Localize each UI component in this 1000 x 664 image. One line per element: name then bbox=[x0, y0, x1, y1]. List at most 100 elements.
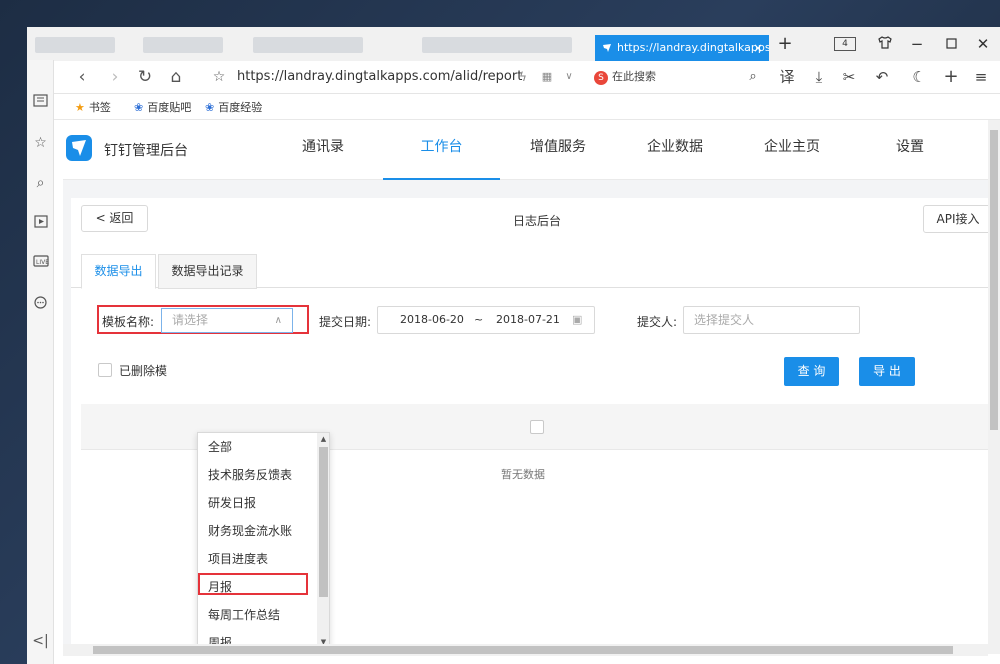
submitter-input[interactable]: 选择提交人 bbox=[683, 306, 860, 334]
date-end: 2018-07-21 bbox=[496, 313, 560, 326]
forward-arrow-icon[interactable]: › bbox=[105, 67, 125, 87]
brand-name: 钉钉管理后台 bbox=[104, 143, 188, 159]
browser-side-panel: ☆ ⌕ LIVE <| bbox=[27, 60, 54, 664]
lightning-icon[interactable]: ϟ bbox=[513, 67, 533, 87]
search-engine-icon: S bbox=[594, 71, 608, 85]
vertical-scroll-thumb[interactable] bbox=[990, 130, 998, 430]
dropdown-option[interactable]: 技术服务反馈表 bbox=[198, 461, 316, 489]
date-separator: ~ bbox=[474, 313, 484, 326]
live-icon[interactable]: LIVE bbox=[32, 255, 49, 272]
undo-icon[interactable]: ↶ bbox=[872, 67, 892, 87]
dropdown-option[interactable]: 全部 bbox=[198, 433, 316, 461]
new-tab-button[interactable]: + bbox=[775, 33, 795, 55]
template-placeholder: 请选择 bbox=[172, 313, 209, 327]
app-top-nav: 钉钉管理后台 通讯录 工作台 增值服务 企业数据 企业主页 设置 bbox=[63, 120, 988, 180]
minimize-icon[interactable]: − bbox=[907, 33, 927, 55]
dingtalk-logo-icon bbox=[66, 135, 92, 161]
dingtalk-tab-icon bbox=[603, 44, 611, 52]
tab-export-records[interactable]: 数据导出记录 bbox=[158, 254, 257, 289]
deleted-template-checkbox[interactable] bbox=[98, 363, 112, 377]
search-box[interactable]: S 在此搜索 bbox=[594, 68, 656, 85]
svg-text:LIVE: LIVE bbox=[36, 259, 49, 266]
export-button[interactable]: 导 出 bbox=[859, 357, 915, 386]
menu-icon[interactable]: ≡ bbox=[971, 67, 991, 87]
dropdown-scroll-thumb[interactable] bbox=[319, 447, 328, 597]
nav-settings[interactable]: 设置 bbox=[875, 120, 945, 180]
blurred-tab[interactable] bbox=[143, 37, 223, 53]
nav-enterprise-home[interactable]: 企业主页 bbox=[757, 120, 827, 180]
download-icon[interactable]: ⤓ bbox=[809, 67, 829, 87]
active-browser-tab[interactable]: https://landray.dingtalkapps bbox=[595, 35, 769, 61]
tab-data-export[interactable]: 数据导出 bbox=[81, 254, 156, 289]
star-icon: ★ bbox=[75, 101, 85, 114]
api-access-button[interactable]: API接入 bbox=[923, 205, 988, 233]
chevron-down-icon[interactable]: ∨ bbox=[559, 67, 579, 87]
url-field[interactable]: https://landray.dingtalkapps.com/alid/re… bbox=[237, 69, 522, 84]
paw-icon: ❀ bbox=[205, 101, 215, 114]
watermark-url: jingyan.baidu.com bbox=[770, 620, 909, 638]
plus-icon[interactable]: + bbox=[941, 67, 961, 87]
dropdown-option[interactable]: 财务现金流水账 bbox=[198, 517, 316, 545]
blurred-tab[interactable] bbox=[422, 37, 572, 53]
bookmark-label: 百度经验 bbox=[218, 101, 263, 114]
reader-icon[interactable] bbox=[32, 94, 49, 111]
back-button[interactable]: < 返回 bbox=[81, 205, 148, 232]
chat-bubble-icon[interactable] bbox=[32, 296, 49, 313]
dropdown-option[interactable]: 研发日报 bbox=[198, 489, 316, 517]
reload-icon[interactable]: ↻ bbox=[135, 67, 155, 87]
empty-state-text: 暂无数据 bbox=[501, 468, 545, 481]
horizontal-scroll-thumb[interactable] bbox=[93, 646, 953, 654]
video-icon[interactable] bbox=[32, 215, 49, 232]
browser-window: https://landray.dingtalkapps × + 4 − ✕ ‹… bbox=[27, 27, 1000, 664]
close-tab-icon[interactable]: × bbox=[753, 35, 767, 61]
bookmark-item[interactable]: ❀ 百度贴吧 bbox=[134, 99, 191, 115]
search-icon[interactable]: ⌕ bbox=[32, 175, 49, 192]
search-icon[interactable]: ⌕ bbox=[743, 67, 763, 87]
page-horizontal-scrollbar[interactable] bbox=[63, 644, 988, 656]
dropdown-option-highlighted[interactable]: 月报 bbox=[198, 573, 308, 595]
tab-count-badge[interactable]: 4 bbox=[834, 37, 856, 51]
translate-icon[interactable]: 译 bbox=[777, 67, 797, 87]
deleted-template-label: 已删除模 bbox=[119, 364, 168, 378]
collapse-sidebar-icon[interactable]: <| bbox=[32, 633, 49, 650]
date-start: 2018-06-20 bbox=[400, 313, 464, 326]
nav-workbench[interactable]: 工作台 bbox=[383, 120, 500, 180]
address-bar: ‹ › ↻ ⌂ ☆ https://landray.dingtalkapps.c… bbox=[27, 61, 1000, 94]
dropdown-scrollbar[interactable]: ▲ ▼ bbox=[317, 433, 329, 649]
nav-enterprise-data[interactable]: 企业数据 bbox=[640, 120, 710, 180]
calendar-icon: ▣ bbox=[572, 313, 583, 326]
night-mode-icon[interactable]: ☾ bbox=[909, 67, 929, 87]
scroll-up-arrow-icon[interactable]: ▲ bbox=[318, 433, 329, 445]
dropdown-option[interactable]: 每周工作总结 bbox=[198, 601, 316, 629]
bookmark-item[interactable]: ★ 书签 bbox=[75, 99, 111, 115]
bookmarks-bar: ★ 书签 ❀ 百度贴吧 ❀ 百度经验 bbox=[27, 94, 1000, 120]
nav-value-added[interactable]: 增值服务 bbox=[523, 120, 593, 180]
back-arrow-icon[interactable]: ‹ bbox=[72, 67, 92, 87]
bookmark-label: 百度贴吧 bbox=[147, 101, 192, 114]
favorite-star-icon[interactable]: ☆ bbox=[209, 67, 229, 87]
maximize-icon[interactable] bbox=[941, 33, 961, 55]
home-icon[interactable]: ⌂ bbox=[166, 67, 186, 87]
page-title: 日志后台 bbox=[513, 214, 562, 228]
chevron-up-icon: ∧ bbox=[274, 315, 282, 326]
blurred-tab[interactable] bbox=[35, 37, 115, 53]
shirt-skin-icon[interactable] bbox=[875, 33, 895, 55]
select-all-checkbox[interactable] bbox=[530, 420, 544, 434]
blurred-tab[interactable] bbox=[253, 37, 363, 53]
dropdown-option[interactable]: 项目进度表 bbox=[198, 545, 316, 573]
template-dropdown: 全部 技术服务反馈表 研发日报 财务现金流水账 项目进度表 月报 每周工作总结 … bbox=[197, 432, 330, 650]
qr-code-icon[interactable]: ▦ bbox=[537, 67, 557, 87]
close-window-icon[interactable]: ✕ bbox=[973, 33, 993, 55]
template-label: 模板名称: bbox=[102, 315, 155, 329]
tab-strip: https://landray.dingtalkapps × + 4 − ✕ bbox=[27, 27, 1000, 61]
page-vertical-scrollbar[interactable] bbox=[988, 120, 1000, 654]
paw-icon: ❀ bbox=[134, 101, 144, 114]
date-label: 提交日期: bbox=[319, 315, 372, 329]
bookmark-item[interactable]: ❀ 百度经验 bbox=[205, 99, 262, 115]
date-range-picker[interactable]: 2018-06-20 ~ 2018-07-21 ▣ bbox=[377, 306, 595, 334]
query-button[interactable]: 查 询 bbox=[784, 357, 839, 386]
template-select[interactable]: 请选择 ∧ bbox=[161, 308, 293, 333]
scissors-icon[interactable]: ✂ bbox=[839, 67, 859, 87]
favorites-star-icon[interactable]: ☆ bbox=[32, 135, 49, 152]
nav-contacts[interactable]: 通讯录 bbox=[288, 120, 358, 180]
